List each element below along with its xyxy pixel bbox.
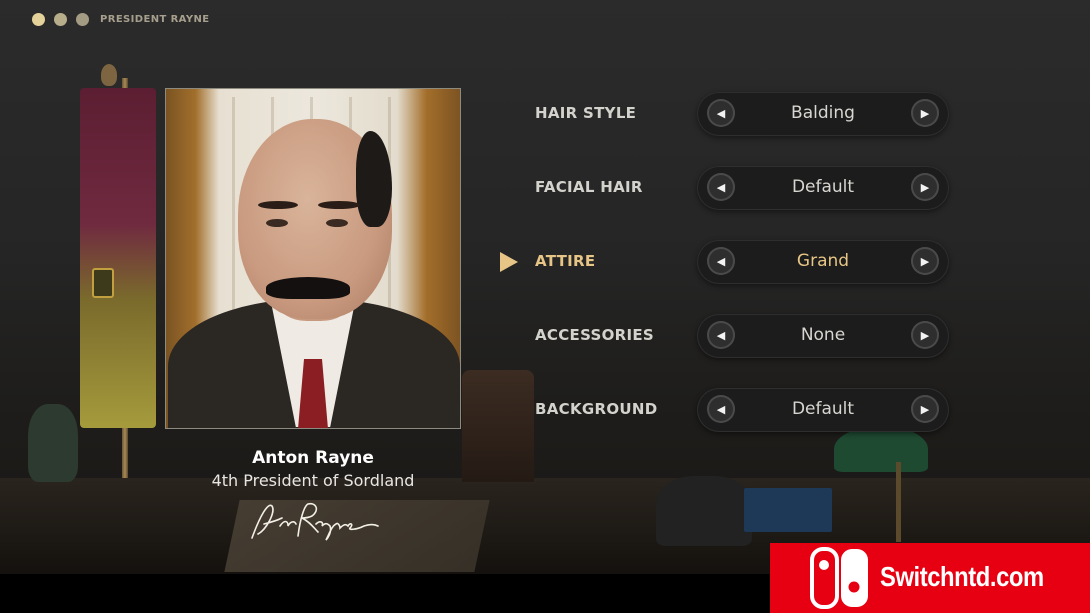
prev-arrow-icon[interactable]: ◀ xyxy=(707,247,735,275)
customization-options: HAIR STYLE ◀ Balding ▶ FACIAL HAIR ◀ Def… xyxy=(0,0,1090,574)
option-selector-accessories: ◀ None ▶ xyxy=(697,314,949,358)
next-arrow-icon[interactable]: ▶ xyxy=(911,247,939,275)
option-value-hair-style: Balding xyxy=(791,103,855,123)
option-label-accessories: ACCESSORIES xyxy=(535,326,655,344)
option-value-attire: Grand xyxy=(796,251,850,271)
option-value-facial-hair: Default xyxy=(791,177,855,197)
option-label-facial-hair: FACIAL HAIR xyxy=(535,178,643,196)
option-row-facial-hair[interactable]: FACIAL HAIR ◀ Default ▶ xyxy=(500,166,960,210)
option-row-attire[interactable]: ATTIRE ◀ Grand ▶ xyxy=(500,240,960,284)
option-selector-hair-style: ◀ Balding ▶ xyxy=(697,92,949,136)
watermark-text: Switchntd.com xyxy=(880,561,1044,592)
next-arrow-icon[interactable]: ▶ xyxy=(911,395,939,423)
next-arrow-icon[interactable]: ▶ xyxy=(911,173,939,201)
option-row-hair-style[interactable]: HAIR STYLE ◀ Balding ▶ xyxy=(500,92,960,136)
option-selector-background: ◀ Default ▶ xyxy=(697,388,949,432)
prev-arrow-icon[interactable]: ◀ xyxy=(707,321,735,349)
option-label-background: BACKGROUND xyxy=(535,400,658,418)
prev-arrow-icon[interactable]: ◀ xyxy=(707,173,735,201)
next-arrow-icon[interactable]: ▶ xyxy=(911,99,939,127)
option-label-attire: ATTIRE xyxy=(535,252,596,270)
option-selector-facial-hair: ◀ Default ▶ xyxy=(697,166,949,210)
switch-logo-icon xyxy=(810,547,868,609)
triangle-right-icon xyxy=(500,252,518,272)
option-label-hair-style: HAIR STYLE xyxy=(535,104,637,122)
next-arrow-icon[interactable]: ▶ xyxy=(911,321,939,349)
prev-arrow-icon[interactable]: ◀ xyxy=(707,99,735,127)
option-row-background[interactable]: BACKGROUND ◀ Default ▶ xyxy=(500,388,960,432)
watermark-badge: Switchntd.com xyxy=(770,543,1090,613)
option-selector-attire: ◀ Grand ▶ xyxy=(697,240,949,284)
option-value-accessories: None xyxy=(800,325,846,345)
option-value-background: Default xyxy=(791,399,855,419)
prev-arrow-icon[interactable]: ◀ xyxy=(707,395,735,423)
option-row-accessories[interactable]: ACCESSORIES ◀ None ▶ xyxy=(500,314,960,358)
